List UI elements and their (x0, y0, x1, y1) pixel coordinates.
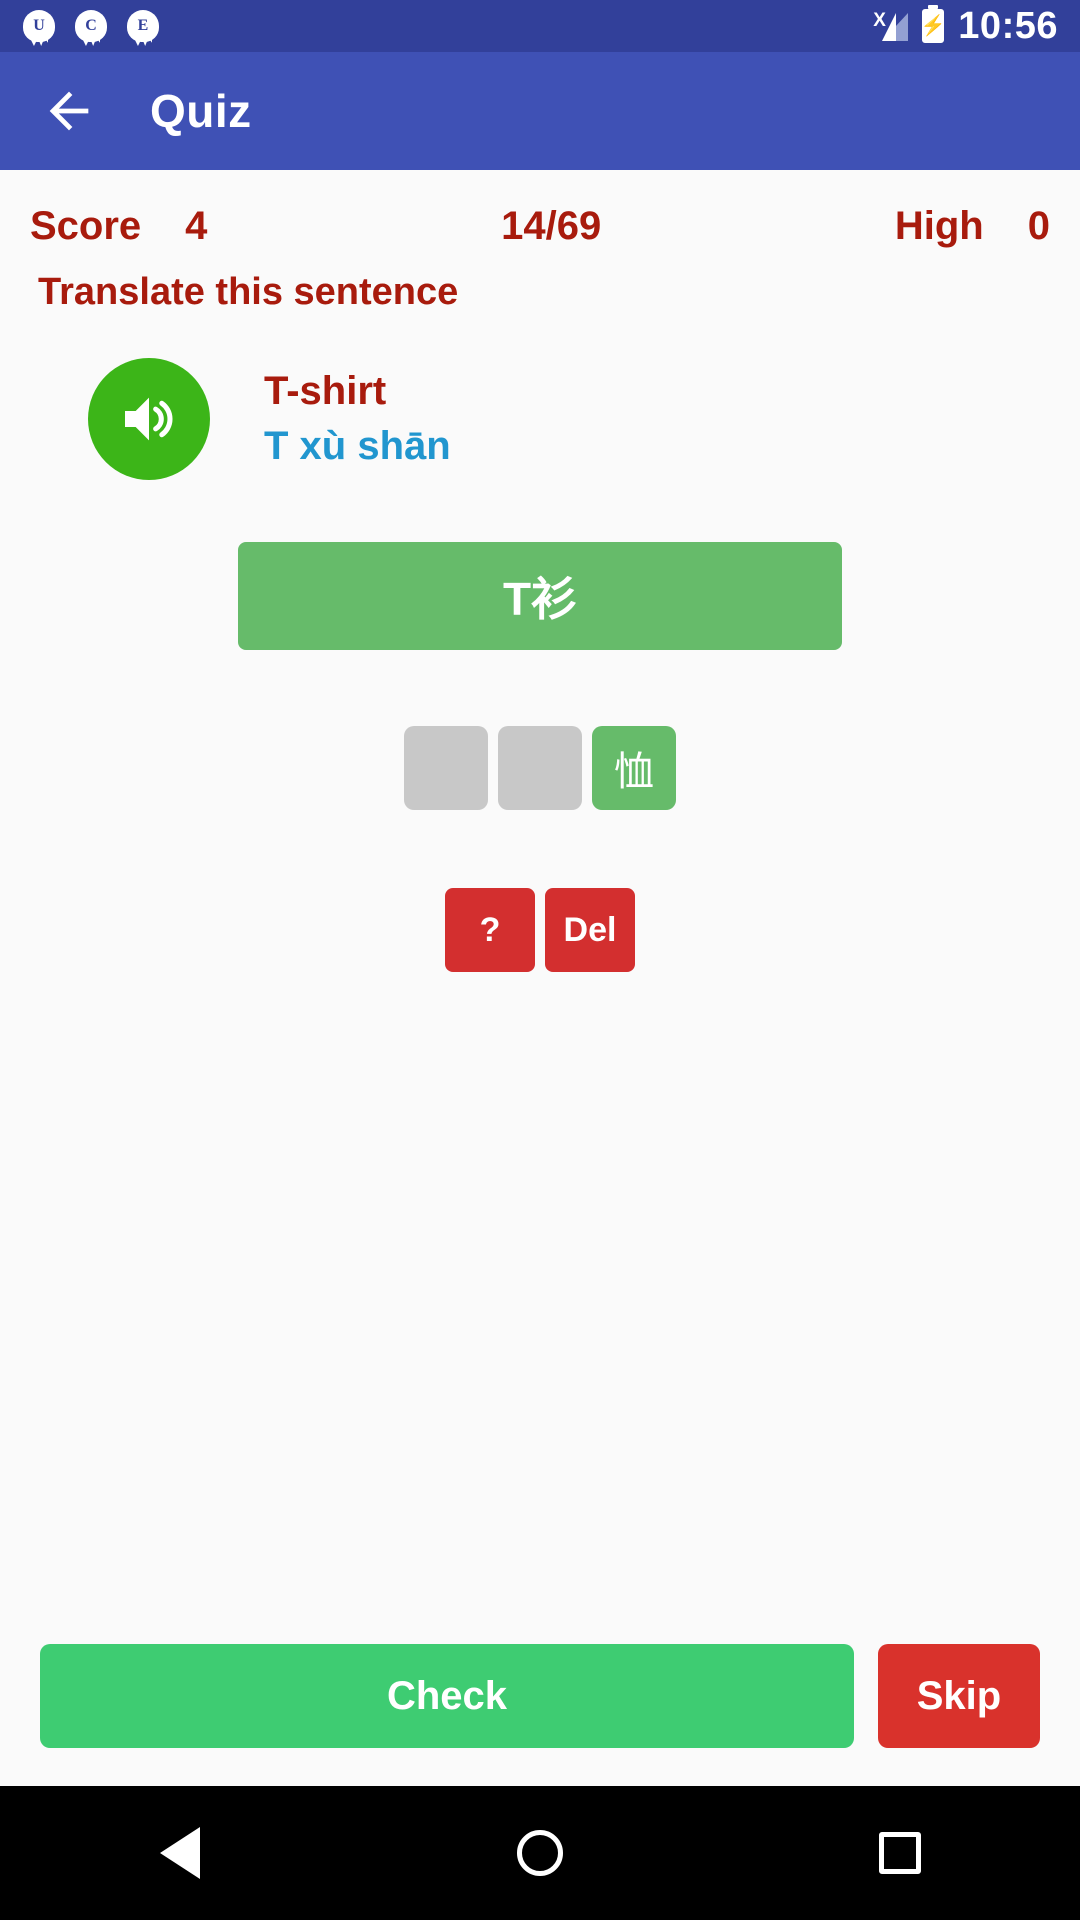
notification-bubble-icon: C (74, 9, 108, 43)
notification-bubble-icon: U (22, 9, 56, 43)
status-bar: U C E X ⚡ 10:56 (0, 0, 1080, 52)
notification-bubble-letter: E (127, 10, 159, 42)
check-button[interactable]: Check (40, 1644, 854, 1748)
answer-tile[interactable] (498, 726, 582, 810)
skip-button[interactable]: Skip (878, 1644, 1040, 1748)
notification-bubble-letter: C (75, 10, 107, 42)
app-bar: Quiz (0, 52, 1080, 170)
hint-button[interactable]: ? (445, 888, 535, 972)
signal-x-mark: X (873, 10, 886, 31)
control-buttons-row: ? Del (0, 888, 1080, 972)
word-pinyin: T xù shān (264, 424, 451, 468)
instruction-text: Translate this sentence (38, 271, 459, 313)
delete-button[interactable]: Del (545, 888, 635, 972)
battery-charging-icon: ⚡ (920, 9, 946, 43)
speaker-volume-icon[interactable] (88, 358, 210, 480)
back-arrow-icon[interactable] (40, 82, 98, 140)
status-bar-notifications: U C E (22, 9, 160, 43)
status-bar-clock: 10:56 (958, 4, 1058, 47)
answer-tile[interactable] (404, 726, 488, 810)
status-bar-system-icons: X ⚡ 10:56 (873, 4, 1058, 48)
notification-bubble-icon: E (126, 9, 160, 43)
battery-bolt-glyph: ⚡ (920, 15, 946, 37)
answer-tile[interactable]: 恤 (592, 726, 676, 810)
high-score-value: 0 (1027, 204, 1050, 248)
question-block: T-shirt T xù shān (0, 314, 1080, 480)
quiz-body: Score 4 14/69 High 0 Translate this sent… (0, 170, 1080, 1786)
progress-counter: 14/69 (501, 204, 602, 248)
quiz-screen: U C E X ⚡ 10:56 Quiz Score 4 14/69 High … (0, 0, 1080, 1920)
notification-bubble-letter: U (23, 10, 55, 42)
word-english: T-shirt (264, 369, 387, 413)
high-score-label: High (894, 204, 984, 248)
score-bar: Score 4 14/69 High 0 (0, 170, 1080, 249)
nav-recents-square-icon[interactable] (840, 1793, 960, 1913)
answer-display-bar[interactable]: T衫 (238, 542, 842, 650)
bottom-action-bar: Check Skip (0, 1644, 1080, 1786)
score-label: Score (30, 204, 142, 248)
system-navigation-bar (0, 1786, 1080, 1920)
page-title: Quiz (150, 85, 252, 137)
question-word: T-shirt T xù shān (264, 369, 451, 469)
nav-back-triangle-icon[interactable] (120, 1793, 240, 1913)
nav-home-circle-icon[interactable] (480, 1793, 600, 1913)
score-value: 4 (185, 204, 208, 248)
signal-no-service-icon: X (873, 10, 909, 41)
answer-tiles-row: 恤 (0, 726, 1080, 810)
